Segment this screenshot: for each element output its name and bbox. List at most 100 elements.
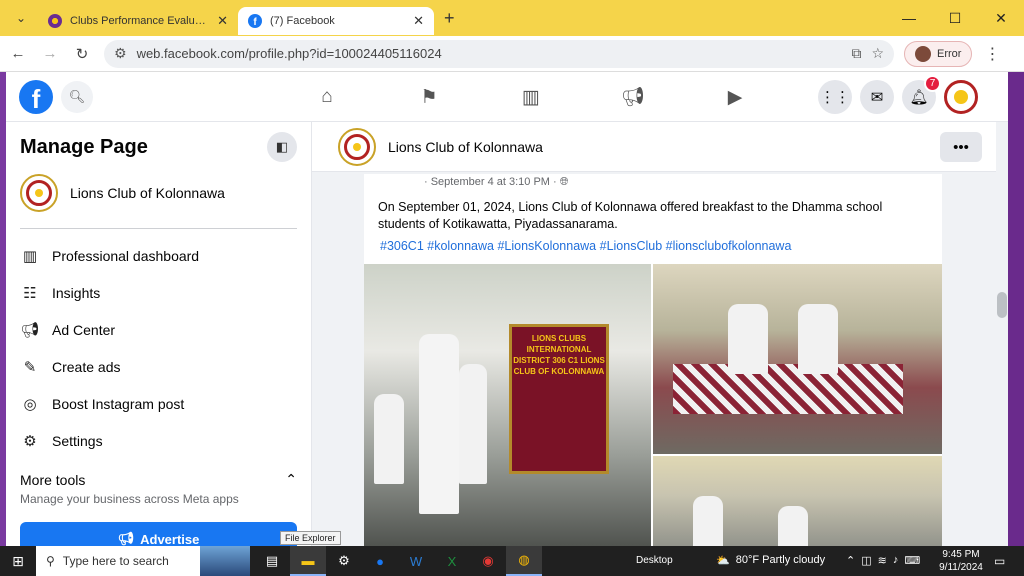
- more-tools-subtitle: Manage your business across Meta apps: [20, 492, 239, 506]
- advertise-button[interactable]: 📢︎ Advertise: [20, 522, 297, 546]
- volume-icon[interactable]: ♪: [893, 554, 899, 567]
- photo-table: [673, 364, 903, 414]
- post-timestamp[interactable]: · September 4 at 3:10 PM ·: [424, 176, 560, 188]
- post-photo[interactable]: LIONS CLUBS INTERNATIONAL DISTRICT 306 C…: [364, 264, 651, 546]
- minimize-icon[interactable]: —: [886, 0, 932, 36]
- desktop-toolbar-label[interactable]: Desktop: [636, 555, 673, 566]
- more-tools-header[interactable]: More tools ⌃: [6, 459, 311, 488]
- sidebar-page-link[interactable]: Lions Club of Kolonnawa: [6, 162, 311, 224]
- lions-club-logo: [20, 174, 58, 212]
- browser-menu-icon[interactable]: ⋮: [984, 44, 1000, 64]
- chevron-up-icon[interactable]: ⌃: [846, 554, 855, 567]
- photo-person: [693, 496, 723, 546]
- taskbar-search-input[interactable]: ⚲ Type here to search: [36, 546, 250, 576]
- facebook-main-nav: ⌂ ⚑ ▥ 📢︎ ▶: [276, 72, 786, 122]
- new-tab-button[interactable]: +: [444, 8, 455, 29]
- tab-facebook[interactable]: f (7) Facebook ✕: [238, 7, 434, 35]
- video-icon[interactable]: ▶: [684, 72, 786, 122]
- photo-person: [778, 506, 808, 546]
- search-placeholder: Type here to search: [62, 554, 169, 568]
- back-icon[interactable]: ←: [4, 45, 32, 62]
- collapse-sidebar-icon[interactable]: ◧: [267, 132, 297, 162]
- post-card: · September 4 at 3:10 PM · 🌐︎ On Septemb…: [364, 174, 942, 546]
- insights-icon: ☷: [23, 284, 37, 302]
- task-view-icon[interactable]: ▤: [254, 546, 290, 576]
- bookmark-star-icon[interactable]: ☆: [871, 45, 884, 62]
- wifi-icon[interactable]: ≋: [878, 554, 887, 567]
- reload-icon[interactable]: ↻: [68, 45, 96, 63]
- post-hashtags[interactable]: #306C1 #kolonnawa #LionsKolonnawa #Lions…: [364, 233, 942, 253]
- url-text: web.facebook.com/profile.php?id=10002440…: [136, 46, 442, 61]
- flag-icon[interactable]: ⚑: [378, 72, 480, 122]
- url-input[interactable]: ⚙ web.facebook.com/profile.php?id=100024…: [104, 39, 894, 68]
- taskbar-apps: ▤ ▬ ⚙ ● W X ◉ ◍: [254, 546, 542, 576]
- chevron-up-icon[interactable]: ⌃: [285, 471, 297, 488]
- sidebar-item-professional-dashboard[interactable]: ▥ Professional dashboard: [6, 237, 311, 274]
- keyboard-icon[interactable]: ⌨: [904, 554, 920, 567]
- post-photo[interactable]: [653, 264, 942, 454]
- tab-clubs-title: Clubs Performance Evaluation Syst: [70, 15, 209, 27]
- excel-icon[interactable]: X: [434, 546, 470, 576]
- divider: [20, 228, 297, 229]
- profile-error-button[interactable]: Error: [904, 40, 973, 67]
- clock-time: 9:45 PM: [942, 549, 980, 560]
- advertise-label: Advertise: [140, 531, 200, 547]
- app-icon[interactable]: ◉: [470, 546, 506, 576]
- scrollbar-thumb[interactable]: [997, 292, 1007, 318]
- page-scrollbar[interactable]: [996, 122, 1008, 546]
- post-text: On September 01, 2024, Lions Club of Kol…: [378, 200, 883, 231]
- network-icon[interactable]: ◫: [861, 554, 871, 567]
- error-label: Error: [937, 47, 962, 60]
- site-info-icon[interactable]: ⚙: [114, 45, 127, 62]
- tab-search-button[interactable]: ⌄: [8, 6, 34, 30]
- close-tab-icon[interactable]: ✕: [217, 13, 228, 29]
- windows-start-icon[interactable]: ⊞: [0, 546, 36, 576]
- page-title[interactable]: Lions Club of Kolonnawa: [388, 139, 543, 155]
- home-icon[interactable]: ⌂: [276, 72, 378, 122]
- menu-grid-icon[interactable]: ⋮⋮: [818, 80, 852, 114]
- taskbar-clock[interactable]: 9:45 PM 9/11/2024: [936, 548, 986, 574]
- more-options-button[interactable]: •••: [940, 132, 982, 162]
- address-bar: ← → ↻ ⚙ web.facebook.com/profile.php?id=…: [0, 36, 1024, 72]
- search-icon[interactable]: 🔍︎: [61, 80, 93, 113]
- page-content: Lions Club of Kolonnawa ••• · September …: [312, 122, 996, 546]
- more-tools-label: More tools: [20, 471, 86, 488]
- sidebar-item-label: Insights: [52, 284, 101, 301]
- notification-center-icon[interactable]: ▭: [994, 554, 1005, 568]
- sidebar-item-insights[interactable]: ☷ Insights: [6, 274, 311, 311]
- post-photo[interactable]: [653, 456, 942, 546]
- megaphone-icon: 📢︎: [20, 321, 40, 339]
- insights-nav-icon[interactable]: ▥: [480, 72, 582, 122]
- close-window-icon[interactable]: ✕: [978, 0, 1024, 36]
- photo-person: [459, 364, 487, 484]
- facebook-favicon-icon: f: [248, 14, 262, 28]
- messenger-icon[interactable]: ✉: [860, 80, 894, 114]
- sidebar-item-create-ads[interactable]: ✎ Create ads: [6, 348, 311, 385]
- forward-icon[interactable]: →: [36, 45, 64, 62]
- close-tab-icon[interactable]: ✕: [413, 13, 424, 29]
- search-highlight-image: [200, 546, 250, 576]
- sidebar-item-boost-instagram[interactable]: ◎ Boost Instagram post: [6, 385, 311, 422]
- sidebar-item-settings[interactable]: ⚙ Settings: [6, 422, 311, 459]
- facebook-header-actions: ⋮⋮ ✉ 🔔︎ 7: [818, 75, 978, 114]
- weather-widget[interactable]: ⛅ 80°F Partly cloudy: [716, 554, 825, 567]
- chrome-icon[interactable]: ◍: [506, 546, 542, 576]
- file-explorer-icon[interactable]: ▬: [290, 546, 326, 576]
- tab-facebook-title: (7) Facebook: [270, 15, 335, 27]
- system-tray: ⌃ ◫ ≋ ♪ ⌨: [846, 554, 920, 567]
- megaphone-icon[interactable]: 📢︎: [582, 72, 684, 122]
- facebook-app-icon[interactable]: ●: [362, 546, 398, 576]
- notifications-bell-icon[interactable]: 🔔︎ 7: [902, 75, 941, 114]
- install-app-icon[interactable]: ⧉: [851, 45, 861, 62]
- window-controls: — ☐ ✕: [886, 0, 1024, 36]
- sidebar-item-ad-center[interactable]: 📢︎ Ad Center: [6, 311, 311, 348]
- lions-club-logo[interactable]: [338, 127, 376, 166]
- word-icon[interactable]: W: [398, 546, 434, 576]
- settings-gear-icon[interactable]: ⚙: [326, 546, 362, 576]
- maximize-icon[interactable]: ☐: [932, 0, 978, 36]
- sidebar-item-label: Create ads: [52, 358, 121, 375]
- facebook-logo-icon[interactable]: f: [19, 79, 53, 114]
- manage-page-sidebar: Manage Page ◧ Lions Club of Kolonnawa ▥ …: [6, 122, 312, 546]
- account-avatar[interactable]: [944, 80, 978, 114]
- tab-clubs[interactable]: Clubs Performance Evaluation Syst ✕: [38, 7, 238, 35]
